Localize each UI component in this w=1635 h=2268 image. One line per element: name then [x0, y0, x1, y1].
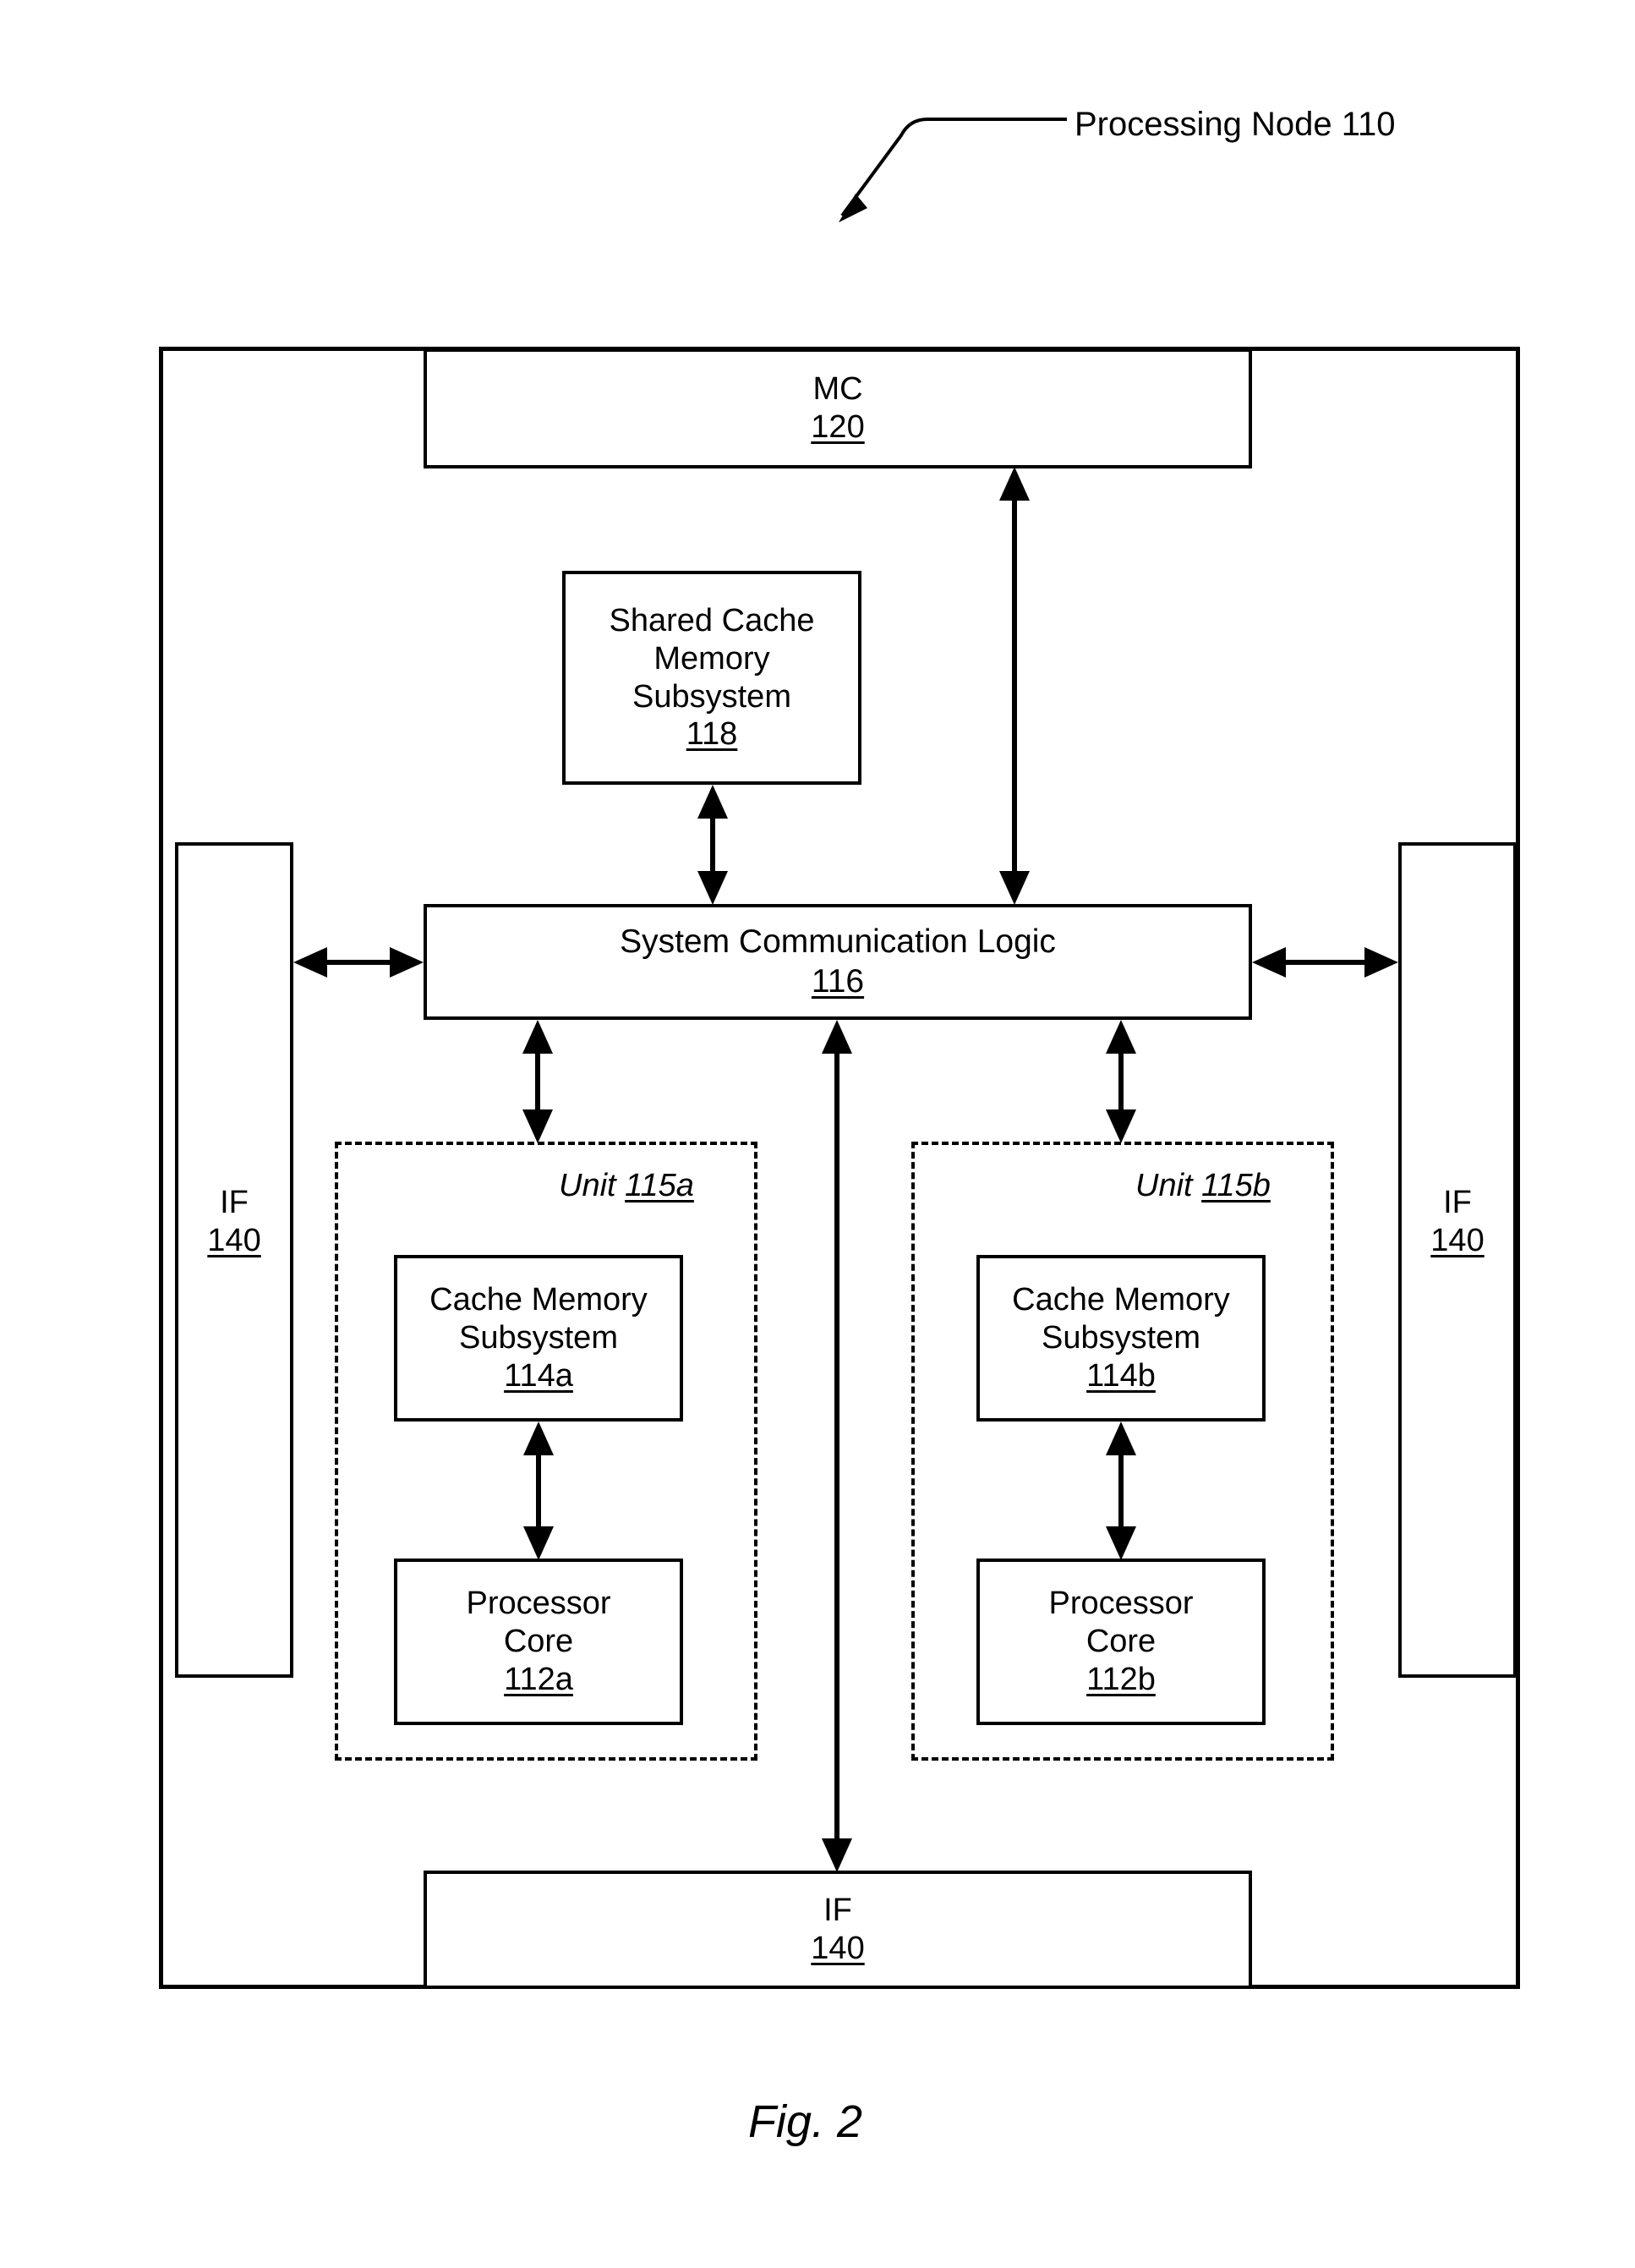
core-a-ref: 112a [504, 1661, 573, 1697]
block-cache-memory-subsystem-b: Cache Memory Subsystem 114b [976, 1255, 1266, 1422]
cache-a-ref: 114a [504, 1357, 573, 1394]
system-comm-logic-ref: 116 [811, 962, 865, 1000]
unit-115a-label-ref: 115a [625, 1168, 694, 1203]
block-interface-bottom: IF 140 [424, 1871, 1252, 1989]
cache-b-ref: 114b [1086, 1357, 1156, 1394]
core-a-line2: Core [503, 1624, 574, 1660]
figure-page: Processing Node 110 MC 120 Shared Cache … [0, 0, 1635, 2268]
mc-title: MC [812, 371, 863, 408]
unit-115a-label: Unit 115a [559, 1168, 694, 1204]
core-b-line1: Processor [1048, 1586, 1194, 1622]
block-shared-cache-memory-subsystem: Shared Cache Memory Subsystem 118 [562, 571, 861, 785]
shared-cache-ref: 118 [686, 716, 738, 753]
if-left-title: IF [220, 1185, 249, 1220]
shared-cache-line2: Memory [653, 640, 770, 677]
if-bottom-ref: 140 [811, 1931, 865, 1966]
callout-label-processing-node: Processing Node 110 [1075, 106, 1396, 143]
block-memory-controller: MC 120 [424, 348, 1252, 468]
block-processor-core-b: Processor Core 112b [976, 1559, 1266, 1725]
block-processor-core-a: Processor Core 112a [394, 1559, 683, 1725]
cache-b-line1: Cache Memory [1012, 1282, 1230, 1318]
core-b-line2: Core [1085, 1624, 1157, 1660]
unit-115b-label-ref: 115b [1201, 1168, 1271, 1203]
mc-ref: 120 [811, 409, 865, 445]
system-comm-logic-title: System Communication Logic [620, 923, 1056, 961]
block-interface-left: IF 140 [175, 842, 293, 1678]
core-b-ref: 112b [1086, 1661, 1156, 1697]
unit-115a-label-prefix: Unit [559, 1168, 626, 1203]
callout-leader [839, 118, 1067, 222]
shared-cache-line1: Shared Cache [609, 602, 815, 638]
cache-a-line1: Cache Memory [429, 1282, 648, 1318]
unit-115b-label-prefix: Unit [1135, 1168, 1202, 1203]
block-system-communication-logic: System Communication Logic 116 [424, 904, 1252, 1020]
figure-caption: Fig. 2 [748, 2096, 863, 2147]
if-right-ref: 140 [1430, 1222, 1485, 1258]
if-bottom-title: IF [823, 1893, 852, 1929]
shared-cache-line3: Subsystem [632, 678, 791, 715]
cache-b-line2: Subsystem [1042, 1320, 1200, 1356]
block-cache-memory-subsystem-a: Cache Memory Subsystem 114a [394, 1255, 683, 1422]
if-left-ref: 140 [207, 1222, 261, 1258]
cache-a-line2: Subsystem [459, 1320, 618, 1356]
core-a-line1: Processor [466, 1586, 611, 1622]
block-interface-right: IF 140 [1398, 842, 1517, 1678]
if-right-title: IF [1443, 1185, 1472, 1220]
unit-115b-label: Unit 115b [1135, 1168, 1271, 1204]
